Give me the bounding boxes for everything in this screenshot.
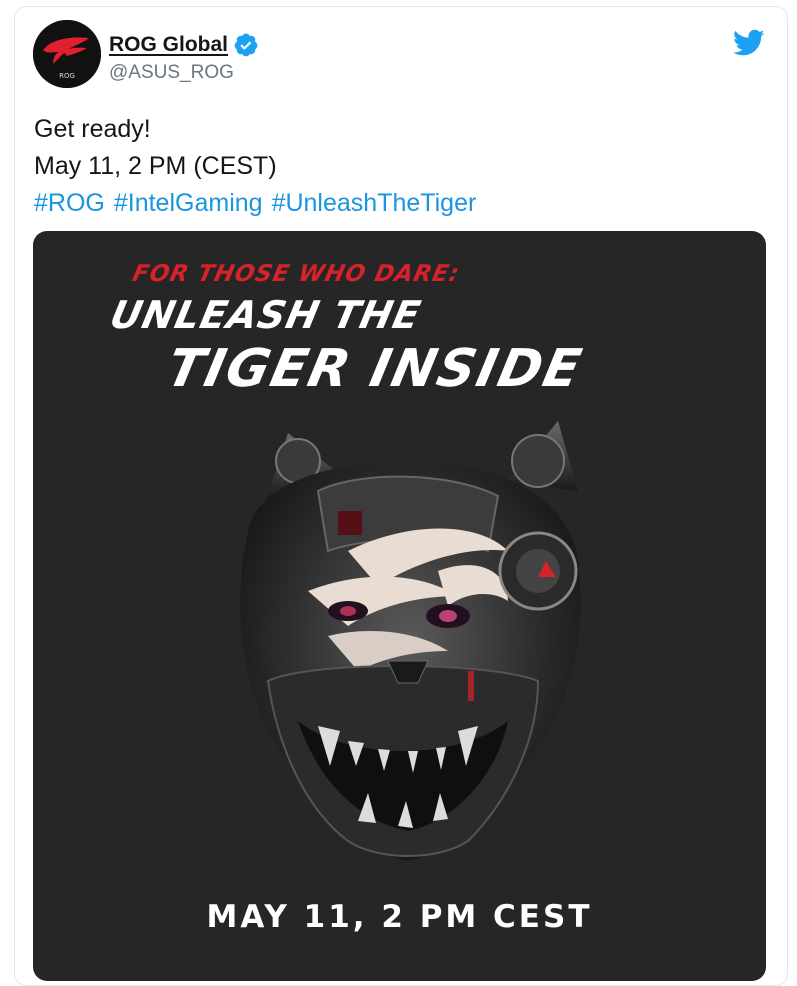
mechanical-tiger-head-image — [240, 421, 581, 861]
tweet-text-line-1: Get ready! — [34, 115, 151, 143]
media-headline-line-1: UNLEASH THE — [106, 293, 426, 337]
twitter-bird-icon[interactable] — [733, 29, 765, 57]
author-handle[interactable]: @ASUS_ROG — [109, 62, 234, 84]
hashtag-link-unleashthetiger[interactable]: #UnleashTheTiger — [272, 189, 477, 217]
media-headline-line-2: TIGER INSIDE — [161, 339, 588, 399]
hashtag-list: #ROG #IntelGaming #UnleashTheTiger — [34, 185, 485, 222]
media-tagline: FOR THOSE WHO DARE: — [130, 261, 463, 287]
author-name-row: ROG Global — [109, 32, 259, 58]
rog-logo-icon: ROG — [33, 20, 101, 88]
tweet-text: Get ready! May 11, 2 PM (CEST) #ROG #Inte… — [34, 111, 485, 222]
avatar-label: ROG — [59, 72, 75, 80]
tweet-media-image[interactable]: FOR THOSE WHO DARE: UNLEASH THE TIGER IN… — [33, 231, 766, 981]
avatar[interactable]: ROG — [33, 20, 101, 88]
verified-badge-icon — [233, 32, 259, 58]
hashtag-link-rog[interactable]: #ROG — [34, 189, 105, 217]
author-display-name[interactable]: ROG Global — [109, 33, 228, 57]
tweet-card: ROG ROG Global @ASUS_ROG Get ready! May … — [14, 6, 788, 986]
media-date-banner: MAY 11, 2 PM CEST — [206, 899, 593, 935]
hashtag-link-intelgaming[interactable]: #IntelGaming — [114, 189, 263, 217]
tweet-text-line-2: May 11, 2 PM (CEST) — [34, 152, 277, 180]
